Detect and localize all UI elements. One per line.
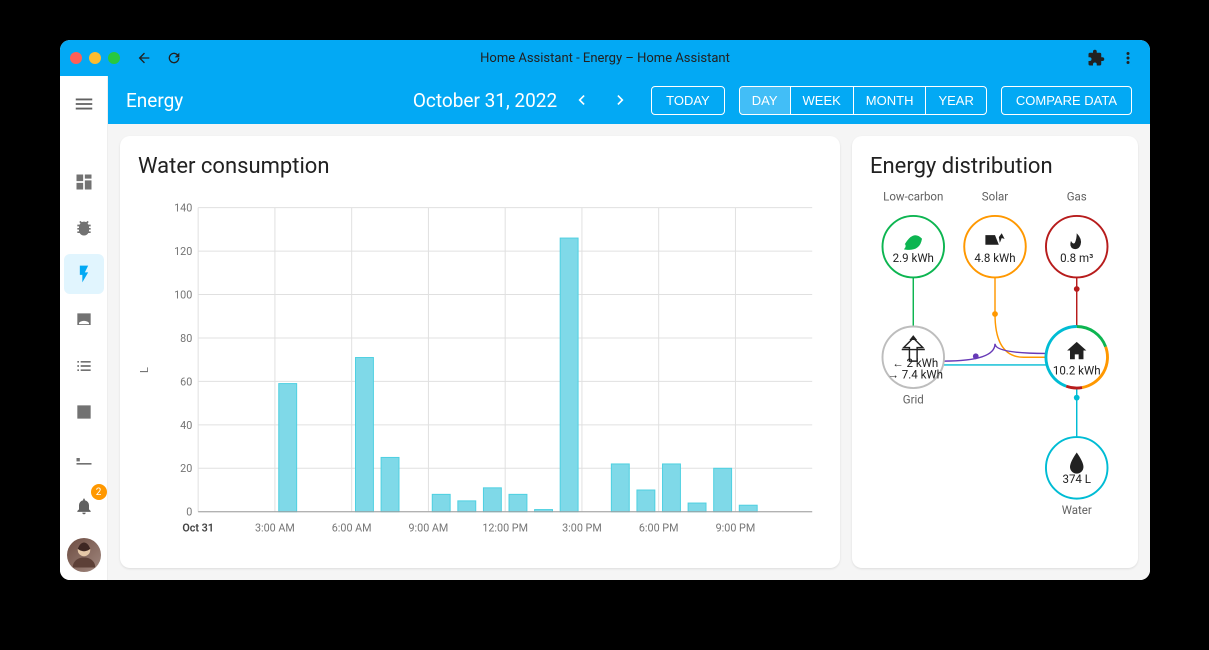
range-segmented: DAY WEEK MONTH YEAR <box>739 86 987 115</box>
svg-text:9:00 AM: 9:00 AM <box>408 521 448 534</box>
back-button[interactable] <box>132 46 156 70</box>
user-avatar[interactable] <box>67 538 101 572</box>
page-title: Energy <box>126 89 183 112</box>
svg-text:3:00 PM: 3:00 PM <box>562 521 602 534</box>
water-consumption-card: Water consumption L 0 20 40 60 80 100 120 140 Oc… <box>120 136 840 568</box>
current-date: October 31, 2022 <box>413 89 557 112</box>
sidebar-item-people[interactable] <box>64 300 104 340</box>
person-card-icon <box>74 310 94 330</box>
svg-text:Water: Water <box>1062 503 1092 516</box>
svg-text:Oct 31: Oct 31 <box>182 521 214 534</box>
maximize-window-button[interactable] <box>108 52 120 64</box>
svg-text:2.9 kWh: 2.9 kWh <box>893 251 934 265</box>
svg-text:→ 7.4 kWh: → 7.4 kWh <box>887 367 943 381</box>
sidebar-item-debug[interactable] <box>64 208 104 248</box>
svg-text:120: 120 <box>174 245 192 258</box>
sidebar-item-history[interactable] <box>64 392 104 432</box>
sidebar-item-overview[interactable] <box>64 162 104 202</box>
puzzle-icon <box>1087 49 1105 67</box>
water-chart: 0 20 40 60 80 100 120 140 Oct 31 3:00 AM 6:00 AM 9:… <box>155 189 822 550</box>
next-date-button[interactable] <box>605 84 637 116</box>
notifications-button[interactable]: 2 <box>64 486 104 526</box>
svg-text:4.8 kWh: 4.8 kWh <box>974 251 1015 265</box>
toolbar: Energy October 31, 2022 TODAY DAY WEEK M… <box>108 76 1150 124</box>
compare-data-button[interactable]: COMPARE DATA <box>1001 86 1132 115</box>
svg-text:6:00 AM: 6:00 AM <box>332 521 372 534</box>
titlebar-right <box>1084 46 1140 70</box>
range-week-button[interactable]: WEEK <box>791 87 854 114</box>
svg-text:Grid: Grid <box>903 392 924 406</box>
svg-text:80: 80 <box>180 332 192 345</box>
svg-text:140: 140 <box>174 202 192 215</box>
svg-text:Solar: Solar <box>982 190 1008 204</box>
svg-text:100: 100 <box>174 288 192 301</box>
sidebar-item-media[interactable] <box>64 438 104 478</box>
sidebar-bottom: 2 <box>64 486 104 580</box>
svg-text:374 L: 374 L <box>1062 472 1090 486</box>
body: 2 Energy October 31, 2022 <box>60 76 1150 580</box>
svg-text:9:00 PM: 9:00 PM <box>716 521 756 534</box>
energy-distribution-card: Energy distribution Low-carbon Solar Gas 2.… <box>852 136 1138 568</box>
today-button[interactable]: TODAY <box>651 86 725 115</box>
chevron-right-icon <box>611 90 631 110</box>
close-window-button[interactable] <box>70 52 82 64</box>
svg-text:20: 20 <box>180 462 192 475</box>
range-day-button[interactable]: DAY <box>740 87 791 114</box>
refresh-icon <box>166 50 182 66</box>
titlebar: Home Assistant - Energy – Home Assistant <box>60 40 1150 76</box>
distribution-title: Energy distribution <box>870 154 1120 179</box>
notification-badge: 2 <box>91 484 107 500</box>
range-year-button[interactable]: YEAR <box>926 87 985 114</box>
svg-text:Low-carbon: Low-carbon <box>883 190 943 204</box>
refresh-button[interactable] <box>162 46 186 70</box>
dashboard-icon <box>74 172 94 192</box>
main: Energy October 31, 2022 TODAY DAY WEEK M… <box>108 76 1150 580</box>
prev-date-button[interactable] <box>565 84 597 116</box>
range-month-button[interactable]: MONTH <box>854 87 927 114</box>
content: Water consumption L 0 20 40 60 80 100 120 140 Oc… <box>108 124 1150 580</box>
bar-chart-icon <box>74 402 94 422</box>
flash-icon <box>74 264 94 284</box>
media-icon <box>74 448 94 468</box>
chevron-left-icon <box>571 90 591 110</box>
chart-area: L 0 20 40 60 80 100 120 140 Oct 31 3:00 AM 6:00 AM… <box>138 189 822 550</box>
svg-text:12:00 PM: 12:00 PM <box>482 521 528 534</box>
menu-toggle-button[interactable] <box>64 84 104 124</box>
sidebar: 2 <box>60 76 108 580</box>
svg-text:3:00 AM: 3:00 AM <box>255 521 295 534</box>
list-icon <box>74 356 94 376</box>
window-title: Home Assistant - Energy – Home Assistant <box>60 51 1150 66</box>
hamburger-icon <box>73 93 95 115</box>
minimize-window-button[interactable] <box>89 52 101 64</box>
app-window: Home Assistant - Energy – Home Assistant <box>60 40 1150 580</box>
window-controls <box>70 52 120 64</box>
svg-text:Gas: Gas <box>1067 190 1087 204</box>
y-axis-label: L <box>138 367 151 373</box>
date-nav: October 31, 2022 <box>413 84 637 116</box>
sidebar-item-logbook[interactable] <box>64 346 104 386</box>
more-menu-button[interactable] <box>1116 46 1140 70</box>
bell-icon <box>74 496 94 516</box>
arrow-left-icon <box>136 50 152 66</box>
svg-text:0.8 m³: 0.8 m³ <box>1060 251 1093 265</box>
nav-arrows <box>132 46 186 70</box>
avatar-icon <box>69 540 99 570</box>
extensions-button[interactable] <box>1084 46 1108 70</box>
sidebar-item-energy[interactable] <box>64 254 104 294</box>
energy-distribution-diagram: Low-carbonSolarGas2.9 kWh4.8 kWh0.8 m³← … <box>870 189 1120 516</box>
svg-text:60: 60 <box>180 375 192 388</box>
svg-text:10.2 kWh: 10.2 kWh <box>1053 364 1101 378</box>
svg-text:6:00 PM: 6:00 PM <box>639 521 679 534</box>
svg-text:0: 0 <box>186 506 192 519</box>
bug-icon <box>74 218 94 238</box>
water-card-title: Water consumption <box>138 154 822 179</box>
svg-text:40: 40 <box>180 419 192 432</box>
dots-vertical-icon <box>1119 49 1137 67</box>
